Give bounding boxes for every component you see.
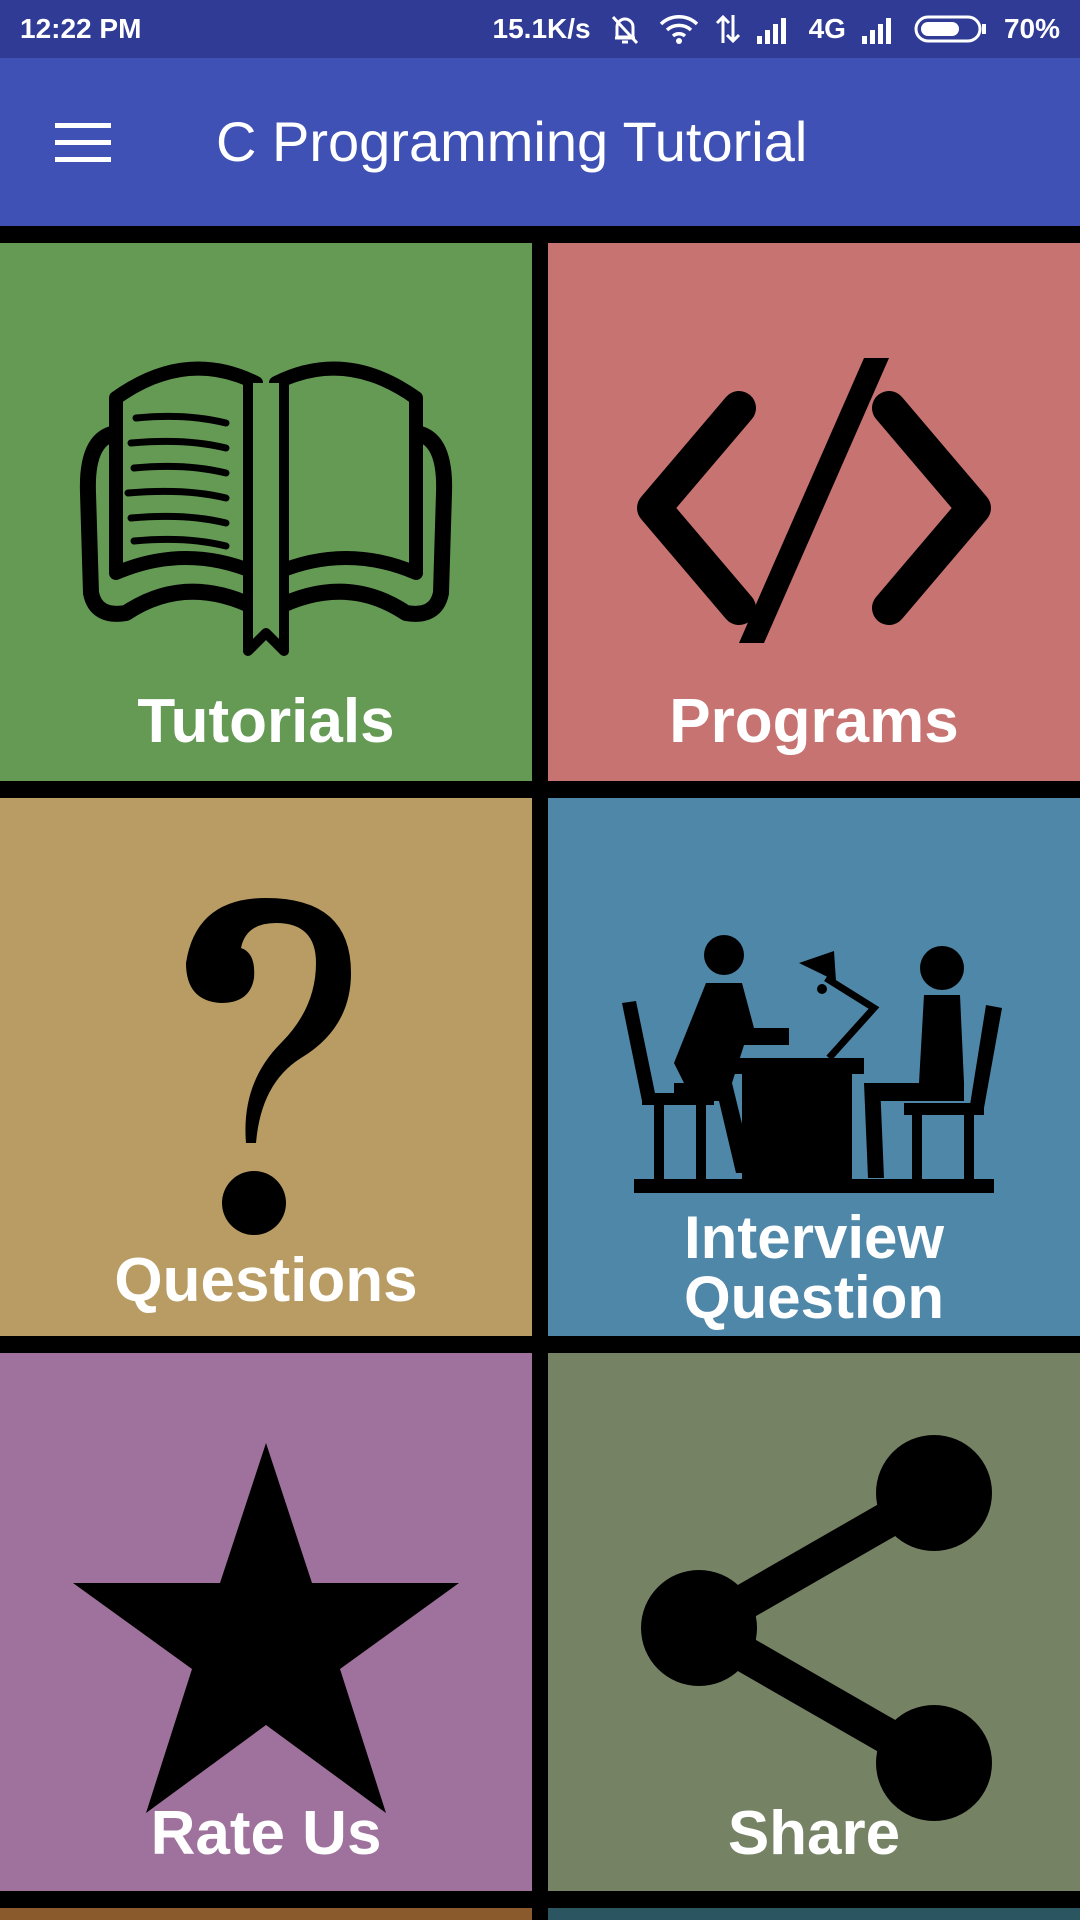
questions-tile[interactable]: Questions bbox=[0, 798, 532, 1336]
app-title: C Programming Tutorial bbox=[216, 110, 808, 173]
rate-us-label: Rate Us bbox=[150, 1799, 382, 1868]
status-time: 12:22 PM bbox=[20, 13, 142, 44]
app-bar: C Programming Tutorial bbox=[0, 58, 1080, 226]
signal-icon bbox=[861, 14, 898, 44]
status-icons: 15.1K/s 4G 70% bbox=[493, 11, 1060, 47]
interview-question-tile[interactable]: Interview Question bbox=[548, 798, 1080, 1336]
wifi-icon bbox=[659, 13, 699, 45]
tutorials-tile[interactable]: Tutorials bbox=[0, 243, 532, 781]
mute-icon bbox=[607, 11, 643, 47]
partial-tile-left[interactable] bbox=[0, 1908, 532, 1920]
share-tile[interactable]: Share bbox=[548, 1353, 1080, 1891]
programs-label: Programs bbox=[669, 687, 959, 756]
data-transfer-icon bbox=[715, 13, 741, 45]
interview-icon bbox=[548, 933, 1080, 1193]
battery-icon bbox=[914, 14, 988, 44]
battery-percent: 70% bbox=[1003, 13, 1060, 44]
star-icon bbox=[0, 1443, 532, 1818]
status-bar: 12:22 PM 15.1K/s 4G 70% bbox=[0, 0, 1080, 58]
share-icon bbox=[548, 1428, 1080, 1828]
network-type: 4G bbox=[808, 13, 846, 44]
book-icon bbox=[0, 343, 532, 683]
partial-tile-right[interactable] bbox=[548, 1908, 1080, 1920]
rate-us-tile[interactable]: Rate Us bbox=[0, 1353, 532, 1891]
interview-label-line2: Question bbox=[683, 1264, 944, 1331]
interview-question-label: Interview Question bbox=[548, 1208, 1080, 1328]
tutorials-label: Tutorials bbox=[137, 687, 395, 756]
question-mark-icon bbox=[0, 893, 532, 1243]
code-icon bbox=[548, 353, 1080, 653]
network-speed: 15.1K/s bbox=[492, 13, 591, 44]
interview-label-line1: Interview bbox=[683, 1204, 945, 1271]
questions-label: Questions bbox=[114, 1246, 418, 1315]
programs-tile[interactable]: Programs bbox=[548, 243, 1080, 781]
signal-icon bbox=[756, 14, 793, 44]
hamburger-menu-icon[interactable] bbox=[40, 100, 126, 186]
share-label: Share bbox=[727, 1799, 901, 1868]
